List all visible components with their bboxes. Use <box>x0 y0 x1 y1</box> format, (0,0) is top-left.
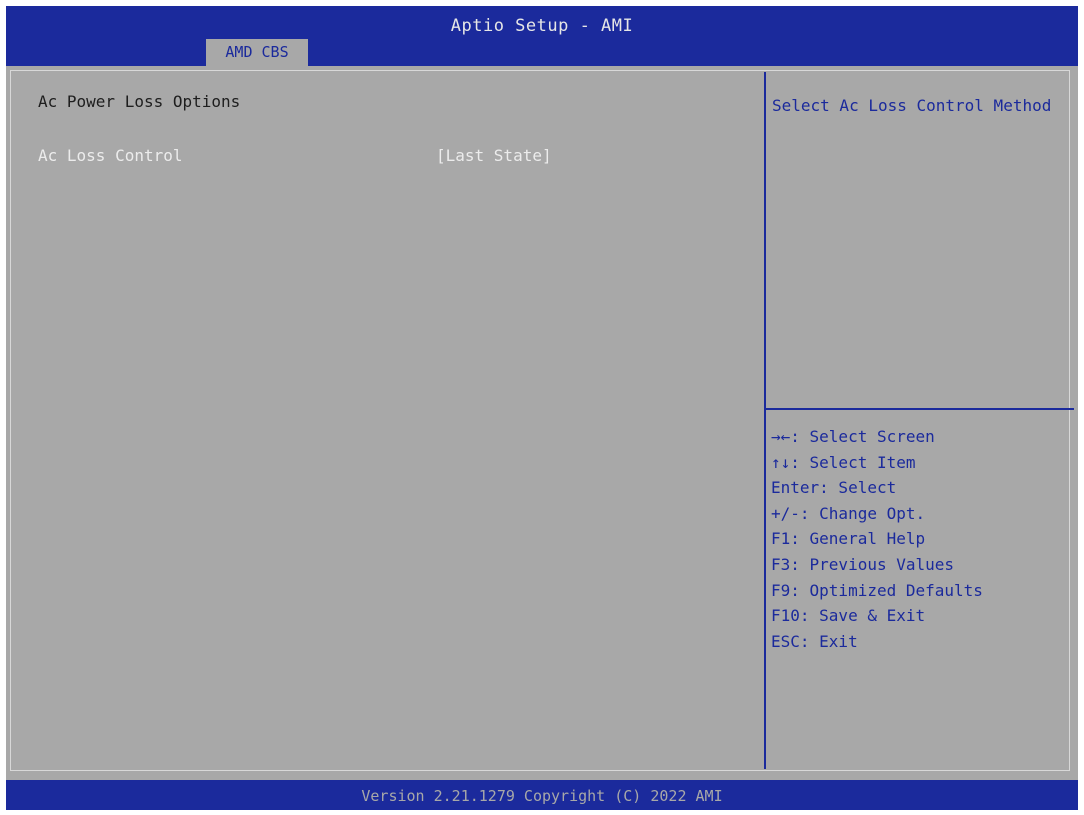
key-legend: →←: Select Screen ↑↓: Select Item Enter:… <box>771 424 983 654</box>
help-divider <box>766 408 1074 410</box>
main-frame <box>10 70 1070 771</box>
key-hint: F10: Save & Exit <box>771 606 926 626</box>
header-bar: Aptio Setup - AMI AMD CBS <box>6 6 1078 66</box>
vertical-divider <box>764 72 766 769</box>
key-hint: F1: General Help <box>771 529 926 549</box>
footer-bar: Version 2.21.1279 Copyright (C) 2022 AMI <box>6 780 1078 810</box>
key-hint: →←: Select Screen <box>771 427 935 446</box>
key-hint: +/-: Change Opt. <box>771 503 926 523</box>
key-hint: F9: Optimized Defaults <box>771 580 983 600</box>
key-hint: ESC: Exit <box>771 631 858 651</box>
section-title: Ac Power Loss Options <box>38 92 241 111</box>
key-hint: Enter: Select <box>771 478 897 498</box>
bios-setup-screen: Aptio Setup - AMI AMD CBS Ac Power Loss … <box>6 6 1078 810</box>
key-hint: ↑↓: Select Item <box>771 452 916 472</box>
ac-loss-control-label[interactable]: Ac Loss Control <box>38 146 183 165</box>
ac-loss-control-value[interactable]: [Last State] <box>436 146 552 165</box>
help-description: Select Ac Loss Control Method <box>772 96 1052 115</box>
key-hint: F3: Previous Values <box>771 554 955 574</box>
window-title: Aptio Setup - AMI <box>450 16 634 36</box>
tab-amd-cbs[interactable]: AMD CBS <box>206 39 308 66</box>
version-text: Version 2.21.1279 Copyright (C) 2022 AMI <box>361 787 723 805</box>
